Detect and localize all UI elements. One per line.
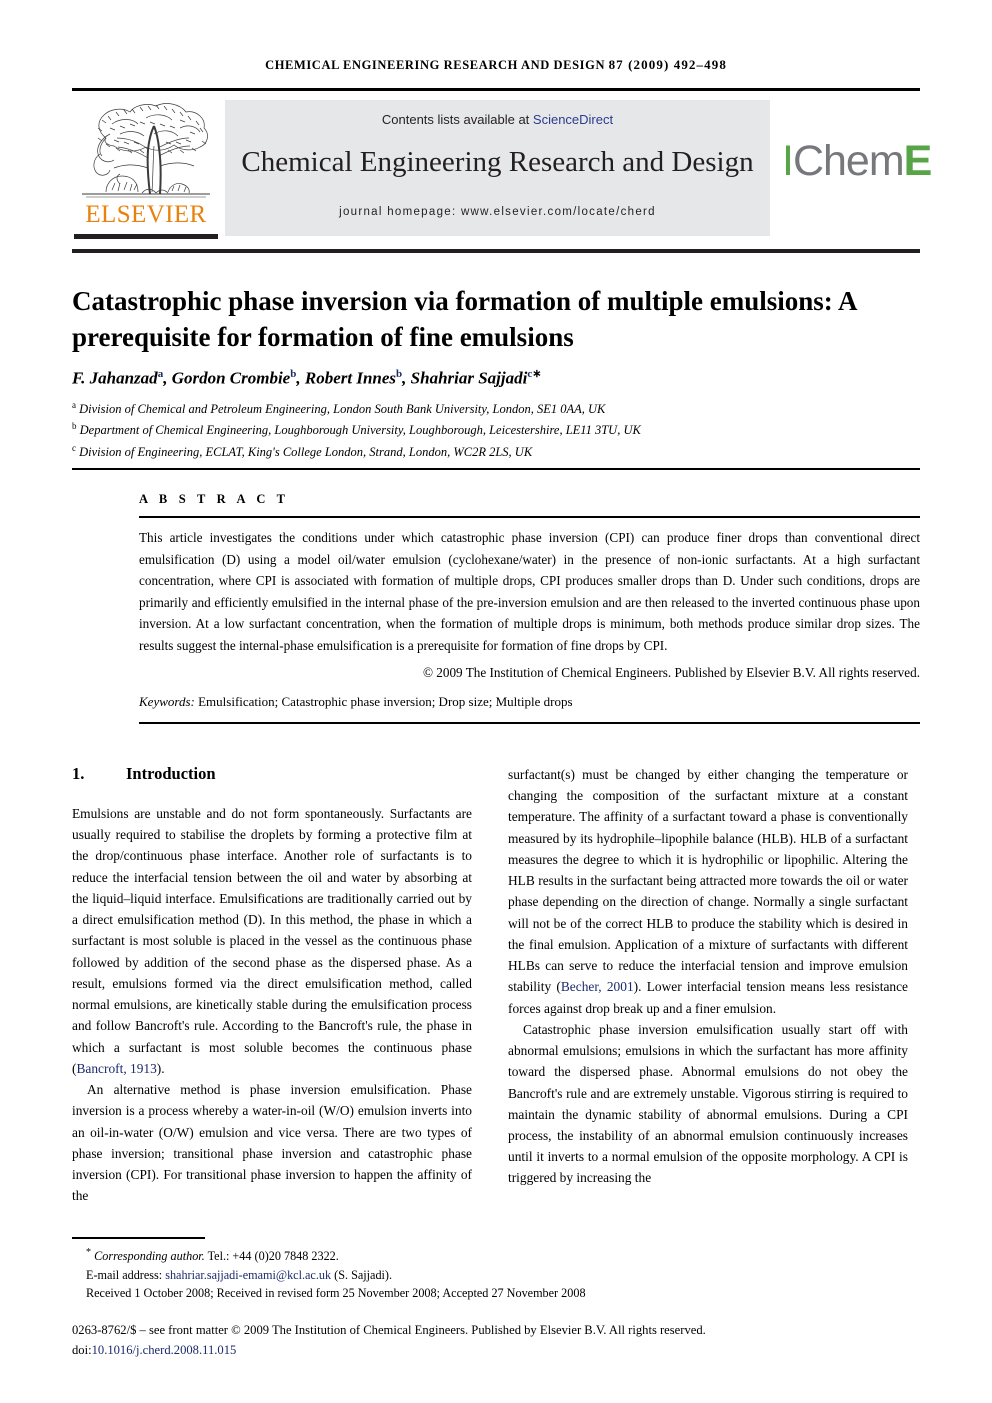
keywords-line: Keywords: Emulsification; Catastrophic p…: [139, 694, 920, 710]
sciencedirect-link[interactable]: ScienceDirect: [533, 112, 613, 127]
paragraph: Catastrophic phase inversion emulsificat…: [508, 1019, 908, 1189]
affiliation-list: a Division of Chemical and Petroleum Eng…: [72, 398, 902, 462]
keywords-values: Emulsification; Catastrophic phase inver…: [198, 694, 573, 709]
corresponding-marker-icon: *: [86, 1247, 92, 1258]
author-affil-marker: b: [290, 368, 297, 380]
contents-lists-label: Contents lists available at: [381, 112, 533, 127]
author-affil-marker: b: [396, 368, 403, 380]
journal-homepage-line[interactable]: journal homepage: www.elsevier.com/locat…: [225, 206, 770, 218]
page-title: Catastrophic phase inversion via formati…: [72, 286, 857, 352]
paragraph: Emulsions are unstable and do not form s…: [72, 803, 472, 1079]
running-head-volume: 87 (2009) 492–498: [608, 57, 727, 72]
email-owner: (S. Sajjadi).: [334, 1267, 393, 1282]
paragraph-text: Emulsions are unstable and do not form s…: [72, 806, 472, 1076]
affiliation-text: Department of Chemical Engineering, Loug…: [79, 423, 641, 438]
masthead-bottom-rule: [72, 249, 920, 253]
author-name: Shahriar Sajjadi: [410, 368, 528, 388]
abstract-top-rule: [72, 468, 920, 470]
author-name: F. Jahanzad: [72, 368, 158, 388]
abstract-label-rule: [139, 516, 920, 518]
masthead: ELSEVIER Contents lists available at Sci…: [72, 96, 932, 248]
inline-citation[interactable]: Becher, 2001: [561, 979, 634, 994]
author-name: Gordon Crombie: [171, 368, 291, 388]
corresponding-author-marker: ∗: [532, 368, 542, 380]
affiliation-marker: c: [72, 442, 76, 453]
icheme-logo-chem: Chem: [792, 137, 905, 185]
section-title: Introduction: [126, 764, 216, 783]
paragraph: An alternative method is phase inversion…: [72, 1079, 472, 1206]
affiliation-item: c Division of Engineering, ECLAT, King's…: [72, 441, 902, 462]
icheme-logo-i: I: [782, 137, 794, 185]
affiliation-text: Division of Engineering, ECLAT, King's C…: [79, 444, 533, 459]
body-column-right: surfactant(s) must be changed by either …: [508, 764, 908, 1189]
contents-lists-line: Contents lists available at ScienceDirec…: [225, 112, 770, 127]
running-head-journal: CHEMICAL ENGINEERING RESEARCH AND DESIGN: [265, 58, 606, 72]
author-name: Robert Innes: [304, 368, 397, 388]
icheme-logo: IChemE: [782, 137, 933, 185]
elsevier-tree-icon: [76, 98, 216, 203]
paragraph-text: An alternative method is phase inversion…: [72, 1082, 472, 1204]
icheme-logo-e: E: [903, 137, 933, 185]
received-dates: Received 1 October 2008; Received in rev…: [86, 1286, 586, 1301]
abstract-label: A B S T R A C T: [139, 492, 290, 506]
abstract-copyright: © 2009 The Institution of Chemical Engin…: [422, 665, 920, 680]
header-rule: [72, 88, 920, 91]
corresponding-author-label: Corresponding author.: [94, 1249, 205, 1264]
author-list: F. Jahanzada, Gordon Crombieb, Robert In…: [72, 368, 542, 388]
email-label: E-mail address:: [86, 1267, 163, 1282]
elsevier-logo-bar: [74, 234, 218, 239]
running-head: CHEMICAL ENGINEERING RESEARCH AND DESIGN…: [0, 57, 992, 73]
section-number: 1.: [72, 764, 85, 783]
doi-label: doi:: [72, 1342, 92, 1357]
elsevier-wordmark: ELSEVIER: [85, 201, 207, 228]
elsevier-logo: ELSEVIER: [72, 96, 220, 248]
frontmatter-block: 0263-8762/$ – see front matter © 2009 Th…: [72, 1321, 922, 1360]
affiliation-marker: b: [72, 421, 77, 432]
affiliation-item: a Division of Chemical and Petroleum Eng…: [72, 398, 902, 419]
paragraph-text: Catastrophic phase inversion emulsificat…: [508, 1021, 908, 1186]
footnote-block: * Corresponding author. Tel.: +44 (0)20 …: [72, 1245, 922, 1303]
paragraph-text: surfactant(s) must be changed by either …: [508, 767, 908, 1016]
body-column-left: Emulsions are unstable and do not form s…: [72, 803, 472, 1206]
frontmatter-line: 0263-8762/$ – see front matter © 2009 Th…: [72, 1323, 706, 1337]
journal-article-page: CHEMICAL ENGINEERING RESEARCH AND DESIGN…: [0, 0, 992, 1403]
inline-citation[interactable]: Bancroft, 1913: [76, 1061, 156, 1076]
abstract-body: This article investigates the conditions…: [139, 530, 920, 653]
affiliation-item: b Department of Chemical Engineering, Lo…: [72, 419, 902, 440]
doi-link[interactable]: 10.1016/j.cherd.2008.11.015: [92, 1343, 237, 1357]
email-link[interactable]: shahriar.sajjadi-emami@kcl.ac.uk: [165, 1268, 331, 1282]
author-affil-marker: a: [157, 368, 164, 380]
affiliation-marker: a: [72, 400, 76, 410]
corresponding-author-tel: Tel.: +44 (0)20 7848 2322.: [207, 1249, 339, 1264]
paragraph: surfactant(s) must be changed by either …: [508, 764, 908, 1019]
section-heading: 1. Introduction: [72, 764, 216, 784]
affiliation-text: Division of Chemical and Petroleum Engin…: [79, 402, 606, 417]
footnote-rule: [72, 1237, 205, 1239]
keywords-label: Keywords:: [139, 694, 195, 709]
corresponding-author-note: * Corresponding author. Tel.: +44 (0)20 …: [72, 1245, 922, 1266]
email-note: E-mail address: shahriar.sajjadi-emami@k…: [72, 1266, 922, 1285]
doi-line: doi:10.1016/j.cherd.2008.11.015: [72, 1341, 922, 1361]
journal-title: Chemical Engineering Research and Design: [241, 146, 754, 178]
abstract-bottom-rule: [139, 722, 920, 724]
